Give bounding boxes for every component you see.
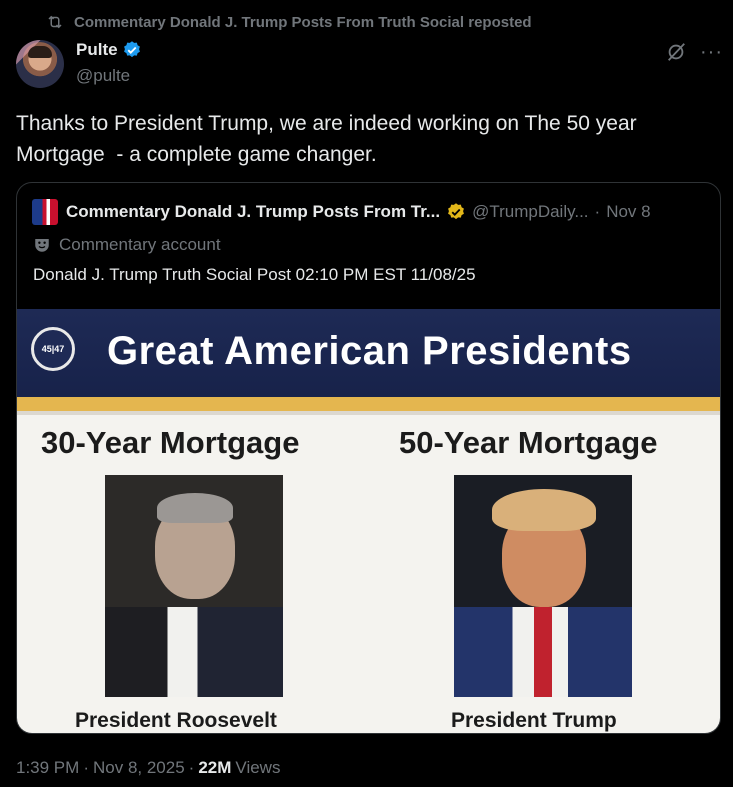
views-count[interactable]: 22M — [198, 758, 231, 778]
quote-handle: @TrumpDaily... — [472, 202, 589, 221]
repost-icon — [48, 15, 62, 29]
image-banner-title: Great American Presidents — [107, 329, 632, 373]
right-caption: President Trump — [451, 709, 617, 732]
post-time[interactable]: 1:39 PM — [16, 758, 79, 778]
left-caption: President Roosevelt — [75, 709, 277, 732]
roosevelt-portrait — [105, 475, 283, 697]
quote-display-name: Commentary Donald J. Trump Posts From Tr… — [66, 202, 441, 221]
right-heading: 50-Year Mortgage — [399, 425, 658, 460]
image-banner: 45|47 Great American Presidents — [17, 309, 720, 397]
mask-icon — [35, 239, 49, 252]
quote-separator: · — [594, 202, 601, 221]
quote-date: Nov 8 — [606, 202, 651, 221]
author-handle[interactable]: @pulte — [76, 66, 130, 86]
gold-stripe — [17, 397, 720, 415]
post-date[interactable]: Nov 8, 2025 — [93, 758, 185, 778]
quote-avatar[interactable] — [32, 199, 58, 225]
commentary-label-row: Commentary account — [33, 235, 221, 255]
commentary-label: Commentary account — [59, 235, 221, 254]
quote-card[interactable]: Commentary Donald J. Trump Posts From Tr… — [16, 182, 721, 734]
quote-header: Commentary Donald J. Trump Posts From Tr… — [66, 202, 651, 222]
avatar[interactable] — [16, 40, 64, 88]
social-context[interactable]: Commentary Donald J. Trump Posts From Tr… — [46, 13, 532, 31]
meta-separator: · — [83, 758, 89, 777]
post-text: Thanks to President Trump, we are indeed… — [16, 112, 637, 166]
social-context-text: Commentary Donald J. Trump Posts From Tr… — [74, 13, 532, 31]
quote-text: Donald J. Trump Truth Social Post 02:10 … — [33, 265, 476, 284]
author-display-name[interactable]: Pulte — [76, 40, 118, 60]
gold-verified-badge-icon — [448, 203, 464, 220]
post-meta: 1:39 PM · Nov 8, 2025 · 22M Views — [16, 758, 280, 778]
author-name-row[interactable]: Pulte — [76, 40, 142, 60]
left-heading: 30-Year Mortgage — [41, 425, 300, 460]
views-label: Views — [235, 758, 281, 777]
meta-separator: · — [188, 758, 195, 777]
verified-badge-icon — [123, 41, 140, 58]
seal-text: 45|47 — [41, 344, 65, 354]
presidential-seal: 45|47 — [31, 327, 75, 371]
quote-image[interactable]: 45|47 Great American Presidents 30-Year … — [17, 309, 720, 733]
grok-icon[interactable] — [665, 41, 687, 63]
more-icon[interactable]: ··· — [700, 42, 723, 62]
trump-portrait — [454, 475, 632, 697]
